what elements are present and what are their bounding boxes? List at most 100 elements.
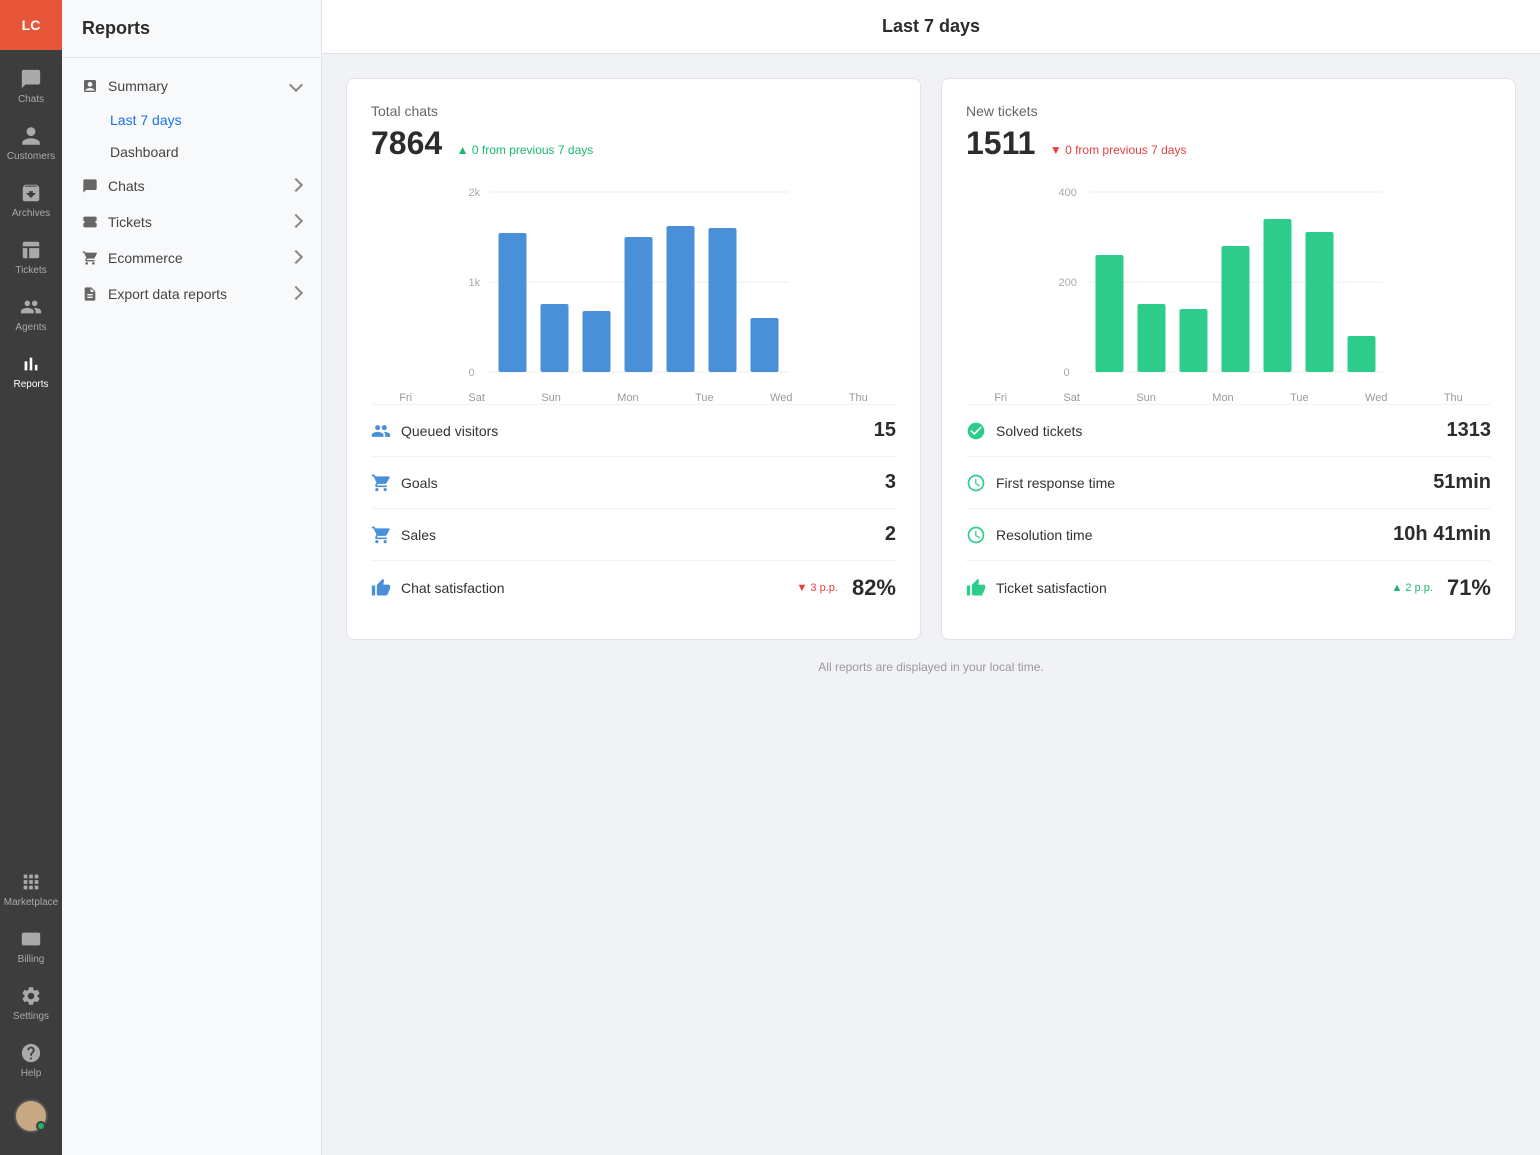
online-indicator — [36, 1121, 46, 1131]
page-header: Last 7 days — [322, 0, 1540, 54]
export-icon-sidebar — [82, 286, 98, 302]
sales-label: Sales — [401, 527, 436, 543]
ticket-satisfaction-value: 71% — [1447, 575, 1491, 601]
new-tickets-title: New tickets — [966, 103, 1491, 119]
stat-ticket-satisfaction: Ticket satisfaction ▲ 2 p.p. 71% — [966, 560, 1491, 615]
sales-icon — [371, 525, 391, 545]
sidebar-item-tickets[interactable]: Tickets — [62, 204, 321, 240]
stat-sales: Sales 2 — [371, 508, 896, 560]
queued-label: Queued visitors — [401, 423, 498, 439]
sidebar-item-chats[interactable]: Chats — [62, 168, 321, 204]
main-content: Total chats 7864 ▲ 0 from previous 7 day… — [322, 54, 1540, 1155]
goals-value: 3 — [885, 471, 896, 494]
resolution-value: 10h 41min — [1393, 523, 1491, 546]
stat-queued: Queued visitors 15 — [371, 404, 896, 456]
export-label: Export data reports — [108, 286, 227, 302]
nav-label-tickets: Tickets — [15, 265, 46, 276]
footer-note: All reports are displayed in your local … — [346, 660, 1516, 674]
marketplace-icon — [20, 871, 42, 893]
clock-icon — [966, 473, 986, 493]
total-chats-svg: 2k 1k 0 — [371, 182, 896, 382]
chevron-right-icon — [289, 178, 303, 192]
app-logo: LC — [0, 0, 62, 50]
ticket-icon-sidebar — [82, 214, 98, 230]
summary-label: Summary — [108, 78, 168, 94]
total-chats-value: 7864 — [371, 125, 442, 162]
nav-item-archives[interactable]: Archives — [0, 172, 62, 229]
settings-icon — [20, 985, 42, 1007]
nav-item-billing[interactable]: Billing — [0, 918, 62, 975]
svg-text:1k: 1k — [469, 277, 481, 289]
new-tickets-chart: 400 200 0 — [966, 182, 1491, 382]
cart-icon-sidebar — [82, 250, 98, 266]
nav-item-customers[interactable]: Customers — [0, 115, 62, 172]
svg-text:200: 200 — [1059, 277, 1077, 289]
nav-label-chats: Chats — [18, 94, 44, 105]
sidebar: Reports Summary Last 7 days Dashboard Ch… — [62, 0, 322, 1155]
sidebar-item-ecommerce[interactable]: Ecommerce — [62, 240, 321, 276]
nav-item-tickets[interactable]: Tickets — [0, 229, 62, 286]
chat-icon — [20, 68, 42, 90]
sidebar-sub-last7days[interactable]: Last 7 days — [62, 104, 321, 136]
new-tickets-svg: 400 200 0 — [966, 182, 1491, 382]
sidebar-menu: Summary Last 7 days Dashboard Chats Tick… — [62, 58, 321, 322]
goals-icon — [371, 473, 391, 493]
chevron-right-icon4 — [289, 286, 303, 300]
nav-item-reports[interactable]: Reports — [0, 343, 62, 400]
nav-items-top: Chats Customers Archives Tickets Agents … — [0, 50, 62, 861]
total-chats-title: Total chats — [371, 103, 896, 119]
stat-solved: Solved tickets 1313 — [966, 404, 1491, 456]
chats-label: Chats — [108, 178, 145, 194]
nav-item-marketplace[interactable]: Marketplace — [0, 861, 62, 918]
summary-icon — [82, 78, 98, 94]
chevron-right-icon2 — [289, 214, 303, 228]
sidebar-title: Reports — [62, 0, 321, 58]
new-tickets-value: 1511 — [966, 125, 1035, 162]
total-chats-delta: ▲ 0 from previous 7 days — [457, 143, 594, 157]
nav-item-settings[interactable]: Settings — [0, 975, 62, 1032]
chat-satisfaction-label: Chat satisfaction — [401, 580, 505, 596]
total-chats-chart-labels: FriSatSunMonTueWedThu — [371, 392, 896, 404]
cards-row: Total chats 7864 ▲ 0 from previous 7 day… — [346, 78, 1516, 640]
svg-text:0: 0 — [469, 367, 475, 379]
nav-item-agents[interactable]: Agents — [0, 286, 62, 343]
new-tickets-card: New tickets 1511 ▼ 0 from previous 7 day… — [941, 78, 1516, 640]
left-nav: LC Chats Customers Archives Tickets Agen… — [0, 0, 62, 1155]
sidebar-sub-dashboard[interactable]: Dashboard — [62, 136, 321, 168]
chat-icon-sidebar — [82, 178, 98, 194]
ticket-satisfaction-label: Ticket satisfaction — [996, 580, 1107, 596]
svg-text:0: 0 — [1064, 367, 1070, 379]
queued-icon — [371, 421, 391, 441]
nav-items-bottom: Marketplace Billing Settings Help — [0, 861, 62, 1155]
nav-label-settings: Settings — [13, 1011, 49, 1022]
help-icon — [20, 1042, 42, 1064]
customers-icon — [20, 125, 42, 147]
stat-goals: Goals 3 — [371, 456, 896, 508]
ecommerce-label: Ecommerce — [108, 250, 183, 266]
new-tickets-chart-labels: FriSatSunMonTueWedThu — [966, 392, 1491, 404]
billing-icon — [20, 928, 42, 950]
solved-label: Solved tickets — [996, 423, 1082, 439]
sidebar-item-export[interactable]: Export data reports — [62, 276, 321, 312]
sales-value: 2 — [885, 523, 896, 546]
chat-satisfaction-value: 82% — [852, 575, 896, 601]
solved-value: 1313 — [1447, 419, 1492, 442]
clock2-icon — [966, 525, 986, 545]
nav-label-billing: Billing — [18, 954, 45, 965]
agents-icon — [20, 296, 42, 318]
archives-icon — [20, 182, 42, 204]
solved-icon — [966, 421, 986, 441]
chevron-down-icon — [289, 78, 303, 92]
first-response-label: First response time — [996, 475, 1115, 491]
chat-satisfaction-delta: ▼ 3 p.p. — [796, 582, 837, 594]
resolution-label: Resolution time — [996, 527, 1093, 543]
avatar[interactable] — [14, 1099, 48, 1133]
nav-label-help: Help — [21, 1068, 42, 1079]
chevron-right-icon3 — [289, 250, 303, 264]
total-chats-card: Total chats 7864 ▲ 0 from previous 7 day… — [346, 78, 921, 640]
nav-item-help[interactable]: Help — [0, 1032, 62, 1089]
nav-item-chats[interactable]: Chats — [0, 58, 62, 115]
sidebar-item-summary[interactable]: Summary — [62, 68, 321, 104]
tickets-icon — [20, 239, 42, 261]
reports-icon — [20, 353, 42, 375]
